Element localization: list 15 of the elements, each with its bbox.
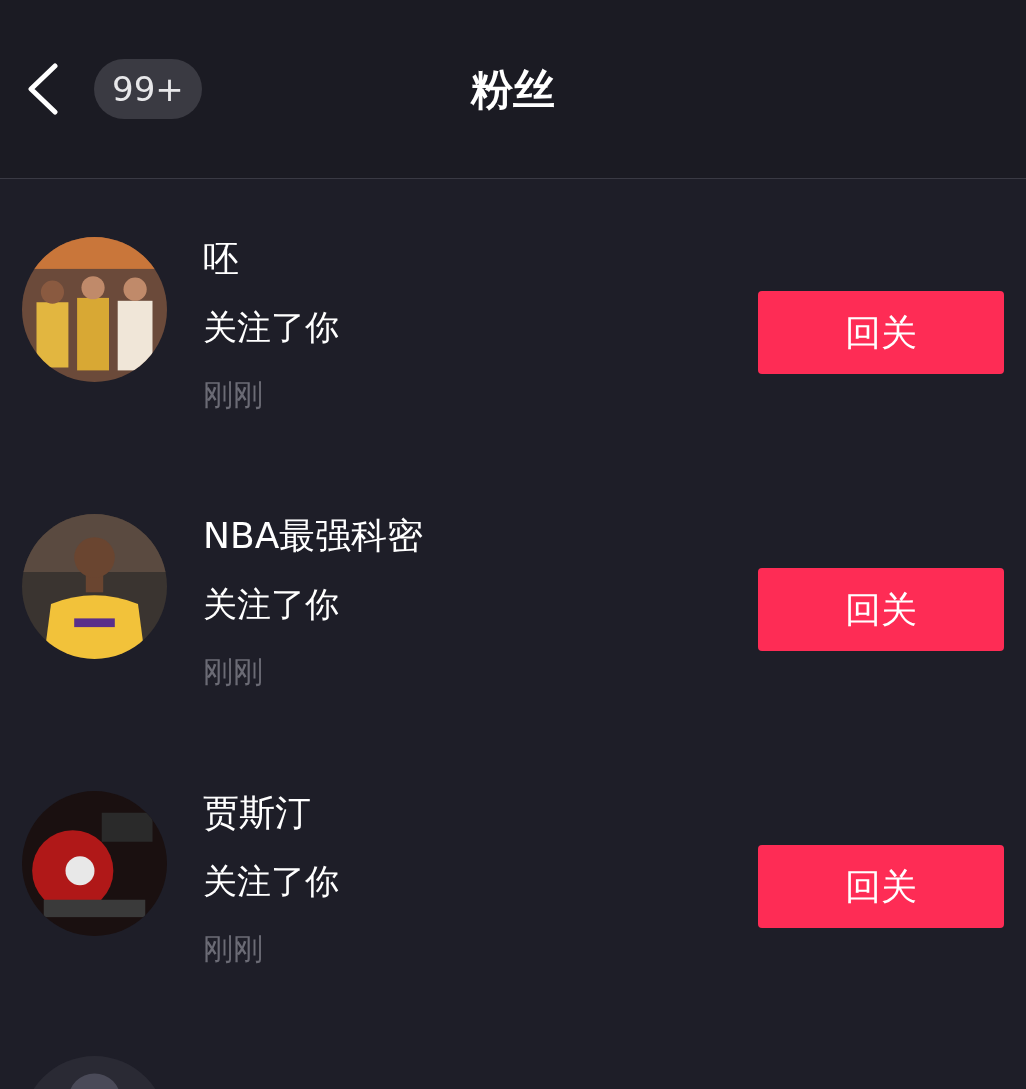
follower-name: 呸 [203, 237, 240, 281]
follow-back-button[interactable]: 回关 [758, 845, 1004, 928]
follow-notice: 关注了你 [203, 306, 339, 349]
follow-time: 刚刚 [203, 930, 264, 968]
follow-back-button[interactable]: 回关 [758, 291, 1004, 374]
follow-back-button[interactable]: 回关 [758, 568, 1004, 651]
page-title: 粉丝 [471, 63, 555, 116]
follower-name: NBA最强科密 [203, 514, 424, 558]
back-icon[interactable] [25, 63, 59, 115]
follow-time: 刚刚 [203, 653, 264, 691]
follow-notice: 关注了你 [203, 583, 340, 626]
follow-notice: 关注了你 [203, 860, 339, 903]
notification-badge: 99+ [94, 59, 202, 119]
follower-name: 贾斯汀 [203, 791, 312, 835]
follow-time: 刚刚 [203, 376, 264, 414]
